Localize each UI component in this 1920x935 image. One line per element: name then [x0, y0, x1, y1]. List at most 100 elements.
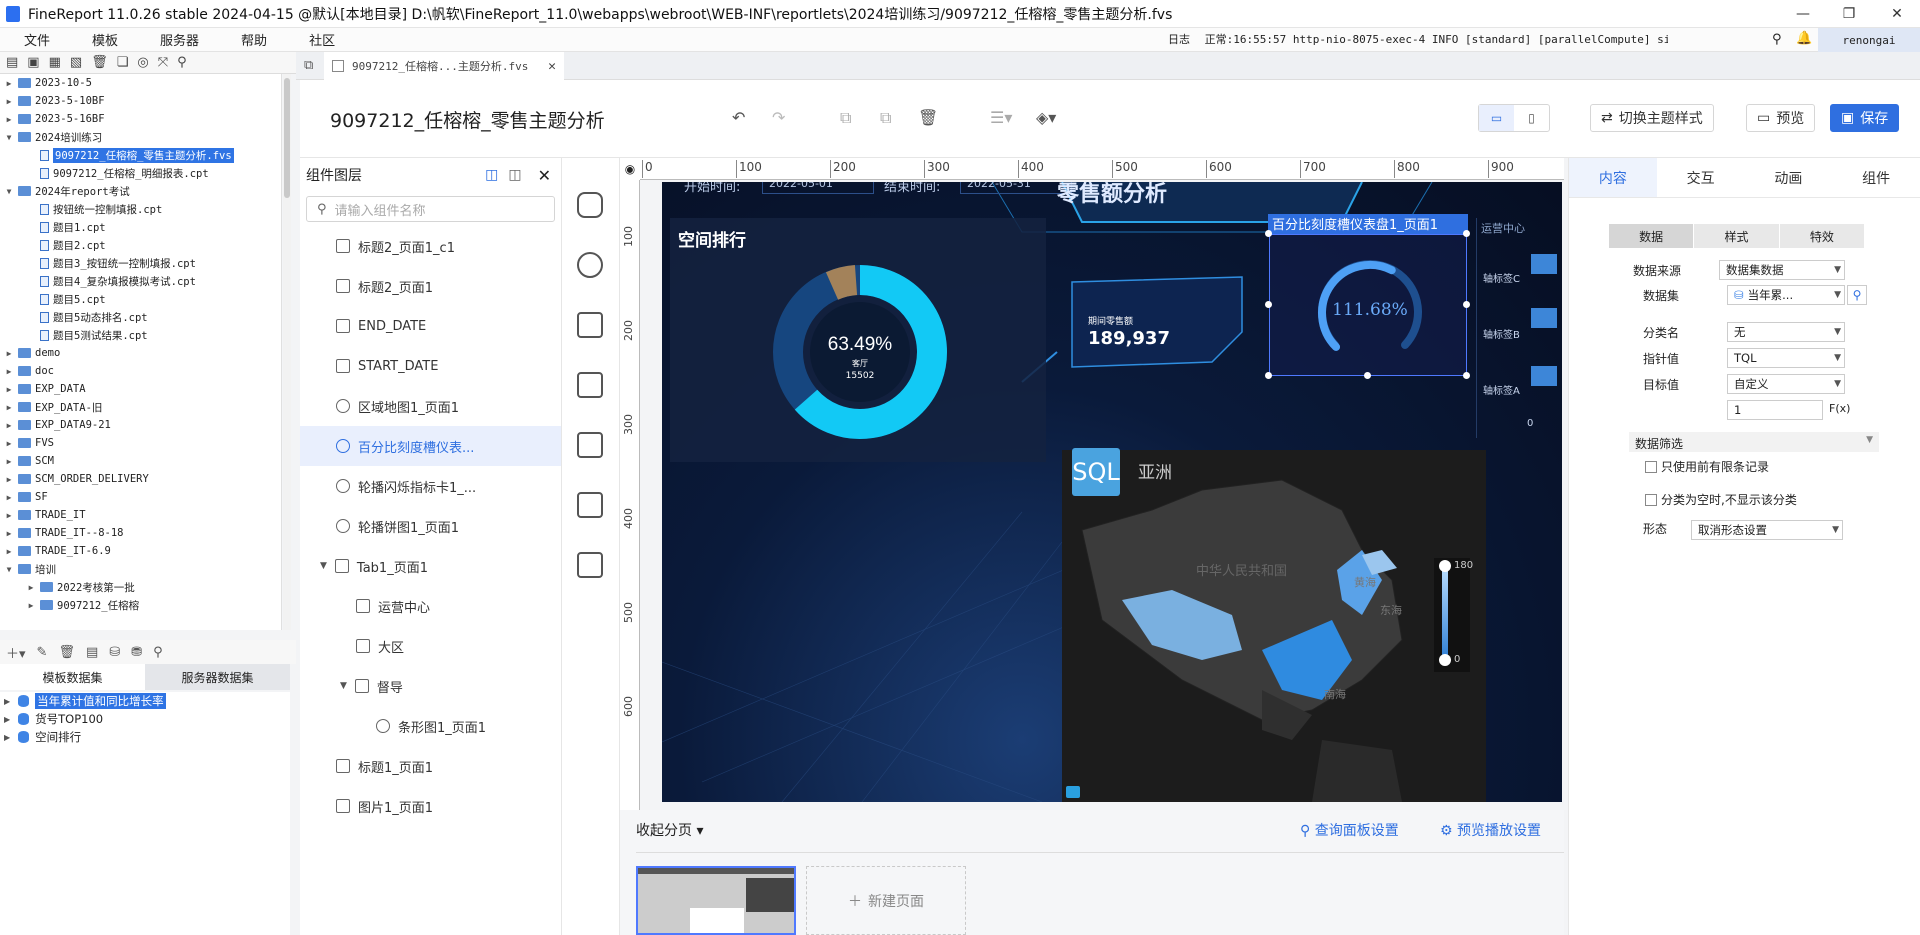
layer-item[interactable]: 标题2_页面1_c1 — [300, 226, 561, 266]
target-value-input[interactable]: 1 — [1727, 400, 1823, 420]
collapse-icon[interactable]: ⤧ — [158, 55, 168, 70]
layer-item[interactable]: 条形图1_页面1 — [300, 706, 561, 746]
collapse-pages-button[interactable]: 收起分页 ▾ — [636, 820, 703, 840]
chevron-right-icon[interactable]: ▶ — [4, 385, 14, 394]
limit-records-checkbox[interactable]: 只使用前有限条记录 — [1645, 458, 1769, 475]
data-source-select[interactable]: 数据集数据 ▼ — [1719, 260, 1845, 280]
container-component-icon[interactable] — [577, 552, 603, 578]
resize-handle[interactable] — [1364, 372, 1371, 379]
map-legend[interactable]: 180 0 — [1434, 558, 1473, 672]
caret-down-icon[interactable]: ▼ — [320, 561, 327, 571]
menu-file[interactable]: 文件 — [0, 30, 68, 49]
layer-item[interactable]: 标题2_页面1 — [300, 266, 561, 306]
resize-handle[interactable] — [1265, 230, 1272, 237]
target-select[interactable]: 自定义 ▼ — [1727, 374, 1845, 394]
menu-help[interactable]: 帮助 — [217, 30, 285, 49]
tab-interaction[interactable]: 交互 — [1657, 158, 1745, 197]
duplicate-icon[interactable]: ❏ — [117, 55, 129, 70]
switch-theme-button[interactable]: ⇄ 切换主题样式 — [1590, 104, 1714, 132]
paste-component-icon[interactable]: ⧉ — [880, 108, 891, 128]
undo-icon[interactable]: ↶ — [732, 108, 745, 127]
layer-item[interactable]: ▼ Tab1_页面1 — [300, 546, 561, 586]
tree-item[interactable]: ▶ SF — [0, 488, 281, 506]
pointer-select[interactable]: TQL ▼ — [1727, 348, 1845, 368]
ops-tab-panel[interactable]: 运营中心 轴标签C 轴标签B 轴标签A 0 — [1476, 218, 1557, 438]
locate-icon[interactable]: ◎ — [137, 55, 148, 70]
chevron-right-icon[interactable]: ▶ — [4, 697, 10, 706]
preview-button[interactable]: ▭ 预览 — [1746, 104, 1816, 132]
template-icon[interactable]: ▦ — [49, 55, 61, 70]
chevron-right-icon[interactable]: ▶ — [4, 457, 14, 466]
chevron-right-icon[interactable]: ▶ — [4, 529, 14, 538]
tab-component[interactable]: 组件 — [1832, 158, 1920, 197]
search-tree-icon[interactable]: ⚲ — [177, 55, 187, 70]
edit-icon[interactable]: ✎ — [37, 645, 48, 660]
chevron-right-icon[interactable]: ▶ — [4, 475, 14, 484]
tree-item[interactable]: ▶ EXP_DATA9-21 — [0, 416, 281, 434]
tree-item[interactable]: 题目4_复杂填报模拟考试.cpt — [0, 272, 281, 290]
dashboard-title[interactable]: 零售额分析 — [662, 182, 1562, 208]
dataset-item[interactable]: ▶ 货号TOP100 — [0, 710, 290, 728]
tree-item[interactable]: ▼ 2024培训练习 — [0, 128, 281, 146]
tree-item[interactable]: ▶ demo — [0, 344, 281, 362]
align-icon[interactable]: ☰▾ — [990, 108, 1012, 127]
tree-item[interactable]: ▶ TRADE_IT-6.9 — [0, 542, 281, 560]
media-component-icon[interactable] — [577, 372, 603, 398]
delete-dataset-icon[interactable]: 🗑 — [58, 645, 75, 660]
layer-item[interactable]: 大区 — [300, 626, 561, 666]
log-label[interactable]: 日志 — [1168, 33, 1190, 46]
delete-icon[interactable]: 🗑 — [91, 55, 108, 70]
widget-component-icon[interactable] — [577, 432, 603, 458]
layer-view-list-icon[interactable]: ◫ — [485, 167, 498, 183]
document-tab[interactable]: 9097212_任榕榕...主题分析.fvs ✕ — [324, 52, 564, 80]
chevron-right-icon[interactable]: ▶ — [4, 115, 14, 124]
close-tab-icon[interactable]: ✕ — [548, 59, 556, 74]
cube-component-icon[interactable] — [577, 192, 603, 218]
legend-handle-min[interactable] — [1439, 654, 1451, 666]
close-window-button[interactable]: ✕ — [1874, 0, 1920, 28]
layer-item[interactable]: 百分比刻度槽仪表... — [300, 426, 561, 466]
tree-item[interactable]: 题目1.cpt — [0, 218, 281, 236]
tree-item[interactable]: 题目5.cpt — [0, 290, 281, 308]
minimize-button[interactable]: — — [1780, 0, 1826, 28]
chevron-right-icon[interactable]: ▶ — [4, 97, 14, 106]
tree-item[interactable]: 按钮统一控制填报.cpt — [0, 200, 281, 218]
tree-item[interactable]: ▶ 2022考核第一批 — [0, 578, 281, 596]
layer-item[interactable]: 图片1_页面1 — [300, 786, 561, 826]
tree-item[interactable]: ▶ FVS — [0, 434, 281, 452]
resize-handle[interactable] — [1463, 230, 1470, 237]
menu-server[interactable]: 服务器 — [136, 30, 217, 49]
copy-icon[interactable]: ▧ — [70, 55, 82, 70]
tree-item[interactable]: ▶ 9097212_任榕榕 — [0, 596, 281, 614]
layer-item[interactable]: 轮播闪烁指标卡1_... — [300, 466, 561, 506]
layer-view-split-icon[interactable]: ◫ — [508, 167, 521, 183]
tree-item[interactable]: 9097212_任榕榕_明细报表.cpt — [0, 164, 281, 182]
layer-item[interactable]: 区域地图1_页面1 — [300, 386, 561, 426]
chevron-down-icon[interactable]: ▼ — [4, 565, 14, 574]
tab-menu-icon[interactable]: ⧉ — [304, 58, 313, 73]
copy-component-icon[interactable]: ⧉ — [840, 108, 851, 128]
chevron-right-icon[interactable]: ▶ — [4, 349, 14, 358]
new-page-button[interactable]: ＋ 新建页面 — [806, 866, 966, 935]
delete-component-icon[interactable]: 🗑 — [918, 108, 938, 127]
tab-template-dataset[interactable]: 模板数据集 — [0, 664, 145, 690]
chevron-right-icon[interactable]: ▶ — [4, 79, 14, 88]
tab-animation[interactable]: 动画 — [1745, 158, 1833, 197]
eye-icon[interactable]: ◉ — [620, 158, 640, 180]
tree-item[interactable]: ▶ SCM — [0, 452, 281, 470]
layer-item[interactable]: ▼ 督导 — [300, 666, 561, 706]
desktop-icon[interactable]: ▭ — [1479, 105, 1514, 131]
gauge-component[interactable]: 111.68% — [1269, 234, 1467, 376]
caret-down-icon[interactable]: ▼ — [340, 681, 347, 691]
search-dataset-icon[interactable]: ⚲ — [153, 645, 163, 660]
tree-item[interactable]: ▶ 2023-5-10BF — [0, 92, 281, 110]
region-map[interactable]: SQL 亚洲 中华人民共和国 黄海 东海 南海 180 0 — [1062, 448, 1486, 802]
layer-item[interactable]: 轮播饼图1_页面1 — [300, 506, 561, 546]
tree-item[interactable]: 题目5测试结果.cpt — [0, 326, 281, 344]
tree-item[interactable]: 题目3_按钮统一控制填报.cpt — [0, 254, 281, 272]
layer-item[interactable]: END_DATE — [300, 306, 561, 346]
layer-item[interactable]: 标题1_页面1 — [300, 746, 561, 786]
sql-badge[interactable]: SQL — [1072, 448, 1120, 496]
tree-item[interactable]: ▶ doc — [0, 362, 281, 380]
chevron-right-icon[interactable]: ▶ — [26, 583, 36, 592]
